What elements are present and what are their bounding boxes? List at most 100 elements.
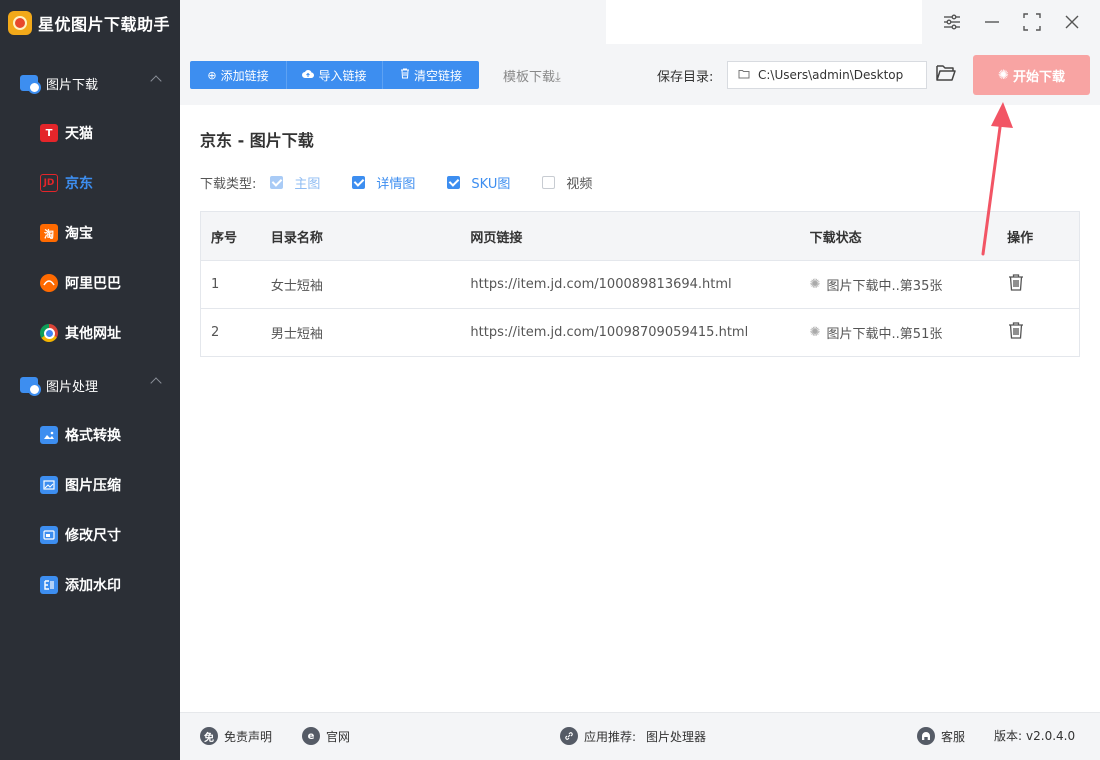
template-download-label: 模板下载 [503, 70, 556, 85]
recommend-value: 图片处理器 [646, 729, 707, 744]
toolbar: ⊕ 添加链接 导入链接 清空链接 [190, 61, 479, 89]
cell-url: https://item.jd.com/10098709059415.html [470, 325, 749, 340]
status-text: 图片下载中..第51张 [826, 327, 943, 342]
watermark-icon [40, 576, 58, 594]
disclaimer-link[interactable]: 免 免责声明 [200, 727, 272, 745]
cell-url: https://item.jd.com/100089813694.html [470, 277, 732, 292]
version-value: v2.0.4.0 [1026, 728, 1076, 743]
add-link-label: 添加链接 [220, 68, 269, 83]
website-label: 官网 [326, 729, 351, 744]
sidebar-group-image-download[interactable]: 图片下载 [0, 58, 180, 108]
image-processing-icon [20, 377, 41, 396]
disclaimer-label: 免责声明 [224, 729, 273, 744]
image-download-icon [20, 75, 41, 94]
sidebar-item-label: 修改尺寸 [65, 528, 121, 544]
app-logo [8, 11, 32, 35]
status-text: 图片下载中..第35张 [826, 279, 943, 294]
resize-icon [40, 526, 58, 544]
cell-action [999, 321, 1079, 344]
jd-icon: JD [40, 174, 58, 192]
recommend-label: 应用推荐: [584, 729, 637, 744]
recommend-link[interactable]: 应用推荐: 图片处理器 [560, 727, 706, 745]
clear-link-button[interactable]: 清空链接 [383, 61, 479, 89]
cell-name: 男士短袖 [270, 327, 323, 342]
checkbox [352, 175, 366, 189]
delete-row-button[interactable] [1007, 321, 1025, 344]
service-label: 客服 [941, 729, 966, 744]
sidebar-item-label: 天猫 [65, 126, 93, 142]
sidebar-item-resize[interactable]: 修改尺寸 [0, 510, 180, 560]
tmall-icon: T [40, 124, 58, 142]
checkbox-label: SKU图 [471, 176, 511, 192]
table-row: 1 女士短袖 https://item.jd.com/100089813694.… [201, 260, 1079, 308]
alibaba-icon [40, 274, 58, 292]
download-icon: ⤓ [555, 70, 561, 85]
checkbox [542, 175, 556, 189]
sidebar-item-watermark[interactable]: 添加水印 [0, 560, 180, 610]
header-action: 操作 [1007, 230, 1034, 246]
loading-icon: ✺ [809, 325, 821, 340]
start-download-button[interactable]: ✺ 开始下载 [973, 55, 1090, 95]
loading-icon: ✺ [809, 277, 821, 292]
delete-row-button[interactable] [1007, 273, 1025, 296]
sidebar-item-label: 淘宝 [65, 226, 93, 242]
add-link-button[interactable]: ⊕ 添加链接 [190, 61, 287, 89]
clear-link-label: 清空链接 [413, 68, 462, 83]
chevron-up-icon [150, 377, 162, 389]
version-label: 版本: [994, 729, 1023, 743]
sidebar-item-tmall[interactable]: T 天猫 [0, 108, 180, 158]
website-link[interactable]: e 官网 [302, 727, 350, 745]
customer-service-link[interactable]: 客服 [917, 727, 965, 745]
sidebar: 星优图片下载助手 图片下载 T 天猫 JD 京东 淘 淘宝 阿里巴巴 其他网址 … [0, 0, 180, 760]
save-dir-value: C:\Users\admin\Desktop [758, 68, 904, 82]
settings-button[interactable] [940, 10, 964, 34]
cell-action [999, 273, 1079, 296]
start-download-label: 开始下载 [1012, 69, 1065, 85]
cell-index: 1 [211, 277, 220, 292]
headset-icon [917, 727, 935, 745]
sliders-icon [944, 14, 960, 30]
sidebar-item-label: 图片压缩 [65, 478, 121, 494]
cell-status: ✺ 图片下载中..第35张 [800, 275, 1000, 294]
close-button[interactable] [1060, 10, 1084, 34]
sidebar-item-other-sites[interactable]: 其他网址 [0, 308, 180, 358]
minimize-button[interactable] [980, 10, 1004, 34]
sidebar-item-format-convert[interactable]: 格式转换 [0, 410, 180, 460]
template-download-link[interactable]: 模板下载⤓ [503, 66, 561, 85]
table-row: 2 男士短袖 https://item.jd.com/1009870905941… [201, 308, 1079, 356]
folder-outline-icon [738, 68, 750, 82]
sidebar-item-alibaba[interactable]: 阿里巴巴 [0, 258, 180, 308]
header-name: 目录名称 [270, 230, 323, 246]
header-status: 下载状态 [809, 230, 862, 246]
version-info: 版本: v2.0.4.0 [994, 727, 1075, 744]
type-sku-image-checkbox[interactable]: SKU图 [447, 173, 510, 192]
save-dir-field[interactable]: C:\Users\admin\Desktop [727, 61, 927, 89]
import-link-button[interactable]: 导入链接 [287, 61, 383, 89]
type-main-image-checkbox[interactable]: 主图 [270, 173, 320, 192]
ie-browser-icon: e [302, 727, 320, 745]
footer: 免 免责声明 e 官网 应用推荐: 图片处理器 客服 版本: v2.0.4.0 [180, 712, 1100, 760]
plus-circle-icon: ⊕ [207, 68, 217, 82]
sidebar-item-label: 添加水印 [65, 578, 121, 594]
spinner-icon: ✺ [998, 67, 1009, 83]
chrome-icon [40, 324, 58, 342]
sidebar-item-label: 其他网址 [65, 326, 121, 342]
sidebar-item-label: 格式转换 [65, 428, 121, 444]
browse-folder-button[interactable] [935, 63, 959, 85]
download-type-row: 下载类型: 主图 详情图 SKU图 视频 [200, 172, 624, 192]
type-video-checkbox[interactable]: 视频 [542, 173, 592, 192]
sidebar-group-image-processing[interactable]: 图片处理 [0, 360, 180, 410]
sidebar-item-taobao[interactable]: 淘 淘宝 [0, 208, 180, 258]
title-bar-blank [606, 0, 922, 44]
brand: 星优图片下载助手 [0, 0, 180, 46]
sidebar-item-jd[interactable]: JD 京东 [0, 158, 180, 208]
header-url: 网页链接 [470, 230, 523, 246]
maximize-button[interactable] [1020, 10, 1044, 34]
trash-icon [1009, 274, 1024, 291]
table-header: 序号 目录名称 网页链接 下载状态 操作 [201, 212, 1079, 260]
type-detail-image-checkbox[interactable]: 详情图 [352, 173, 415, 192]
sidebar-item-image-compress[interactable]: 图片压缩 [0, 460, 180, 510]
image-convert-icon [40, 426, 58, 444]
chevron-up-icon [150, 75, 162, 87]
sidebar-item-label: 京东 [65, 176, 93, 192]
